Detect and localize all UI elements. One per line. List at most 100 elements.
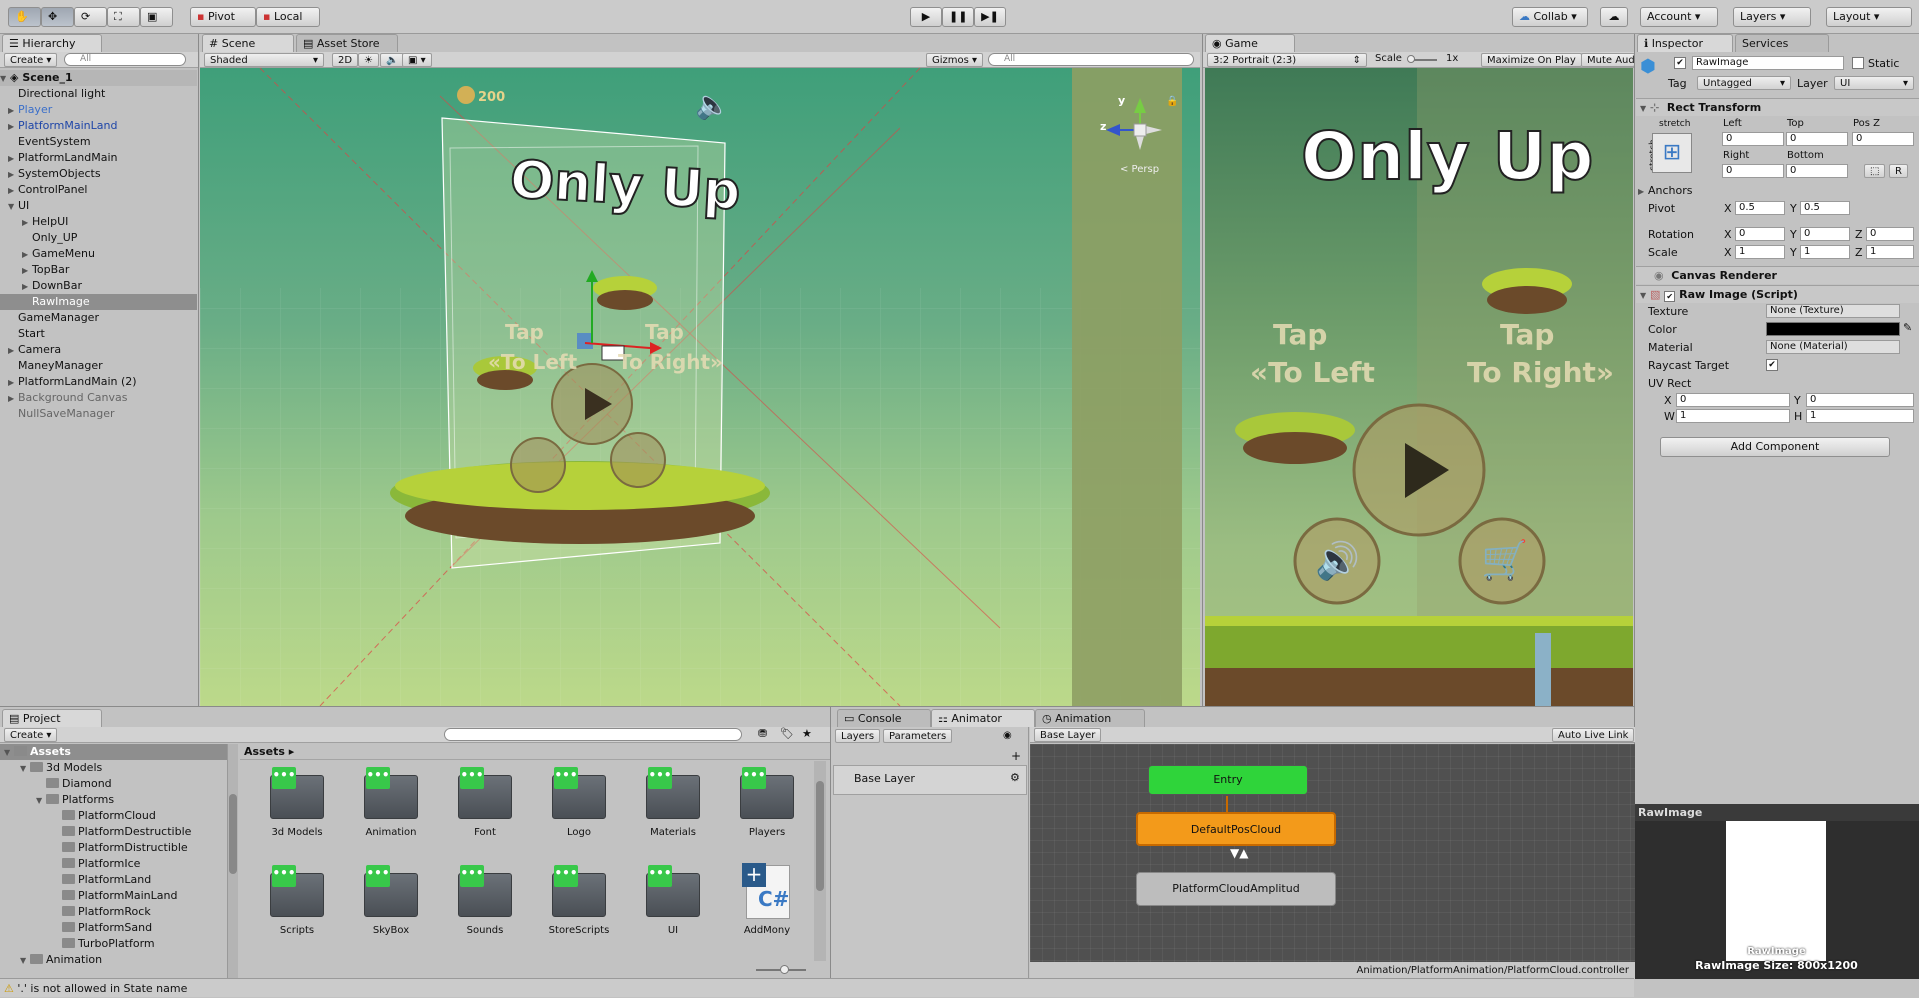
move-tool-button[interactable]: ✥ — [41, 7, 74, 27]
active-checkbox[interactable]: ✔ — [1674, 57, 1686, 69]
expand-arrow-icon[interactable]: ▶ — [8, 375, 18, 391]
preview-header[interactable]: RawImage — [1634, 804, 1919, 821]
tab-asset-store[interactable]: ▤ Asset Store — [296, 34, 398, 52]
icon-size-slider-thumb[interactable] — [780, 965, 789, 974]
eyedropper-icon[interactable]: ✎ — [1903, 321, 1912, 334]
expand-arrow-icon[interactable]: ▶ — [8, 183, 18, 199]
tab-game[interactable]: ◉ Game — [1205, 34, 1295, 52]
project-tree-item[interactable]: Diamond — [0, 776, 227, 792]
asset-scrollbar-thumb[interactable] — [816, 781, 824, 891]
tag-dropdown[interactable]: Untagged ▾ — [1697, 76, 1791, 90]
maximize-on-play-toggle[interactable]: Maximize On Play — [1481, 53, 1582, 67]
persp-label[interactable]: < Persp — [1120, 164, 1159, 175]
filter-type-icon[interactable]: ⛃ — [758, 727, 767, 740]
gear-icon[interactable]: ⚙ — [1010, 771, 1020, 784]
anchor-preset-button[interactable]: ⊞ — [1652, 133, 1692, 173]
tree-scrollbar-thumb[interactable] — [229, 794, 237, 874]
texture-field[interactable]: None (Texture) — [1766, 304, 1900, 318]
hierarchy-item[interactable]: ▶ TopBar — [0, 262, 197, 278]
scale-x-field[interactable]: 1 — [1735, 245, 1785, 259]
local-toggle[interactable]: ▪ Local — [256, 7, 320, 27]
object-name-field[interactable]: RawImage — [1692, 56, 1844, 70]
favorite-star-icon[interactable]: ★ — [802, 727, 812, 740]
project-search-input[interactable] — [444, 728, 742, 741]
hierarchy-item[interactable]: GameManager — [0, 310, 197, 326]
parameters-tab-button[interactable]: Parameters — [883, 729, 953, 743]
layer-breadcrumb[interactable]: Base Layer — [1034, 728, 1102, 742]
lighting-toggle[interactable]: ☀ — [358, 53, 379, 67]
aspect-dropdown[interactable]: 3:2 Portrait (2:3) ⇕ — [1207, 53, 1367, 67]
right-field[interactable]: 0 — [1722, 164, 1784, 178]
scene-search-input[interactable]: All — [988, 53, 1194, 66]
eye-icon[interactable]: ◉ — [1003, 730, 1012, 741]
hierarchy-item[interactable]: NullSaveManager — [0, 406, 197, 422]
hierarchy-item[interactable]: ManeyManager — [0, 358, 197, 374]
account-dropdown[interactable]: Account ▾ — [1640, 7, 1718, 27]
shading-mode-dropdown[interactable]: Shaded ▾ — [204, 53, 324, 67]
canvas-renderer-header[interactable]: ◉ Canvas Renderer — [1636, 266, 1919, 284]
hierarchy-item[interactable]: ▶ HelpUI — [0, 214, 197, 230]
expand-arrow-icon[interactable]: ▶ — [8, 119, 18, 135]
scale-y-field[interactable]: 1 — [1800, 245, 1850, 259]
hierarchy-item[interactable]: ▶ DownBar — [0, 278, 197, 294]
asset-folder[interactable]: ••• Logo — [540, 761, 618, 853]
layers-tab-button[interactable]: Layers — [835, 729, 881, 743]
uv-h-field[interactable]: 1 — [1806, 409, 1914, 423]
raycast-checkbox[interactable]: ✔ — [1766, 359, 1778, 371]
lock-icon[interactable]: 🔒 — [1166, 96, 1178, 107]
tab-project[interactable]: ▤ Project — [2, 709, 102, 727]
2d-toggle[interactable]: 2D — [332, 53, 359, 67]
raw-image-enabled-checkbox[interactable]: ✔ — [1664, 291, 1676, 302]
hierarchy-item[interactable]: ▶ GameMenu — [0, 246, 197, 262]
hierarchy-create-button[interactable]: Create ▾ — [4, 53, 58, 67]
hierarchy-item[interactable]: Only_UP — [0, 230, 197, 246]
project-tree-item[interactable]: ▼ Platforms — [0, 792, 227, 809]
project-tree-item[interactable]: TurboPlatform — [0, 936, 227, 952]
raw-image-header[interactable]: ▼ ▧ ✔ Raw Image (Script) — [1636, 285, 1919, 303]
anchors-foldout[interactable]: ▶ Anchors — [1638, 184, 1693, 197]
auto-live-link-toggle[interactable]: Auto Live Link — [1552, 728, 1635, 742]
effects-toggle[interactable]: ▣ ▾ — [402, 53, 432, 67]
uv-y-field[interactable]: 0 — [1806, 393, 1914, 407]
asset-folder[interactable]: ••• Font — [446, 761, 524, 853]
expand-arrow-icon[interactable]: ▼ — [8, 199, 18, 215]
scale-z-field[interactable]: 1 — [1866, 245, 1914, 259]
pivot-toggle[interactable]: ▪ Pivot — [190, 7, 256, 27]
tab-services[interactable]: Services — [1735, 34, 1829, 52]
rect-tool-button[interactable]: ▣ — [140, 7, 173, 27]
project-tree-item[interactable]: PlatformLand — [0, 872, 227, 888]
expand-arrow-icon[interactable]: ▶ — [8, 151, 18, 167]
hand-tool-button[interactable]: ✋ — [8, 7, 41, 27]
project-tree-item[interactable]: ▼ Assets — [0, 744, 227, 761]
status-bar[interactable]: ⚠ '.' is not allowed in State name — [0, 978, 1634, 997]
uv-w-field[interactable]: 1 — [1676, 409, 1790, 423]
blueprint-mode-button[interactable]: ⬚ — [1864, 164, 1886, 178]
color-swatch[interactable] — [1766, 322, 1900, 336]
project-create-button[interactable]: Create ▾ — [4, 728, 58, 742]
project-tree-item[interactable]: PlatformDestructible — [0, 824, 227, 840]
scale-tool-button[interactable]: ⛶ — [107, 7, 140, 27]
expand-arrow-icon[interactable]: ▶ — [8, 391, 18, 407]
entry-node[interactable]: Entry — [1148, 765, 1308, 795]
gizmos-dropdown[interactable]: Gizmos ▾ — [926, 53, 984, 67]
hierarchy-search-input[interactable]: All — [64, 53, 186, 66]
tab-hierarchy[interactable]: ☰ Hierarchy — [2, 34, 102, 52]
rect-transform-header[interactable]: ▼ ⊹ Rect Transform — [1636, 98, 1919, 116]
hierarchy-item[interactable]: ▶ SystemObjects — [0, 166, 197, 182]
audio-toggle[interactable]: 🔈 — [380, 53, 405, 67]
project-tree-item[interactable]: PlatformCloud — [0, 808, 227, 824]
layer-dropdown[interactable]: UI ▾ — [1834, 76, 1914, 90]
layers-dropdown[interactable]: Layers ▾ — [1733, 7, 1811, 27]
asset-folder[interactable]: ••• Players — [728, 761, 806, 853]
game-cart-icon[interactable]: 🛒 — [1481, 538, 1528, 583]
layout-dropdown[interactable]: Layout ▾ — [1826, 7, 1912, 27]
bottom-field[interactable]: 0 — [1786, 164, 1848, 178]
tab-scene[interactable]: # Scene — [202, 34, 294, 52]
tab-animator[interactable]: ⚏ Animator — [931, 709, 1035, 727]
asset-folder[interactable]: ••• Sounds — [446, 859, 524, 951]
tab-inspector[interactable]: ℹ Inspector — [1637, 34, 1733, 52]
material-field[interactable]: None (Material) — [1766, 340, 1900, 354]
expand-arrow-icon[interactable]: ▼ — [36, 793, 46, 809]
expand-arrow-icon[interactable]: ▼ — [4, 745, 14, 761]
hierarchy-item[interactable]: ▶ PlatformLandMain — [0, 150, 197, 166]
